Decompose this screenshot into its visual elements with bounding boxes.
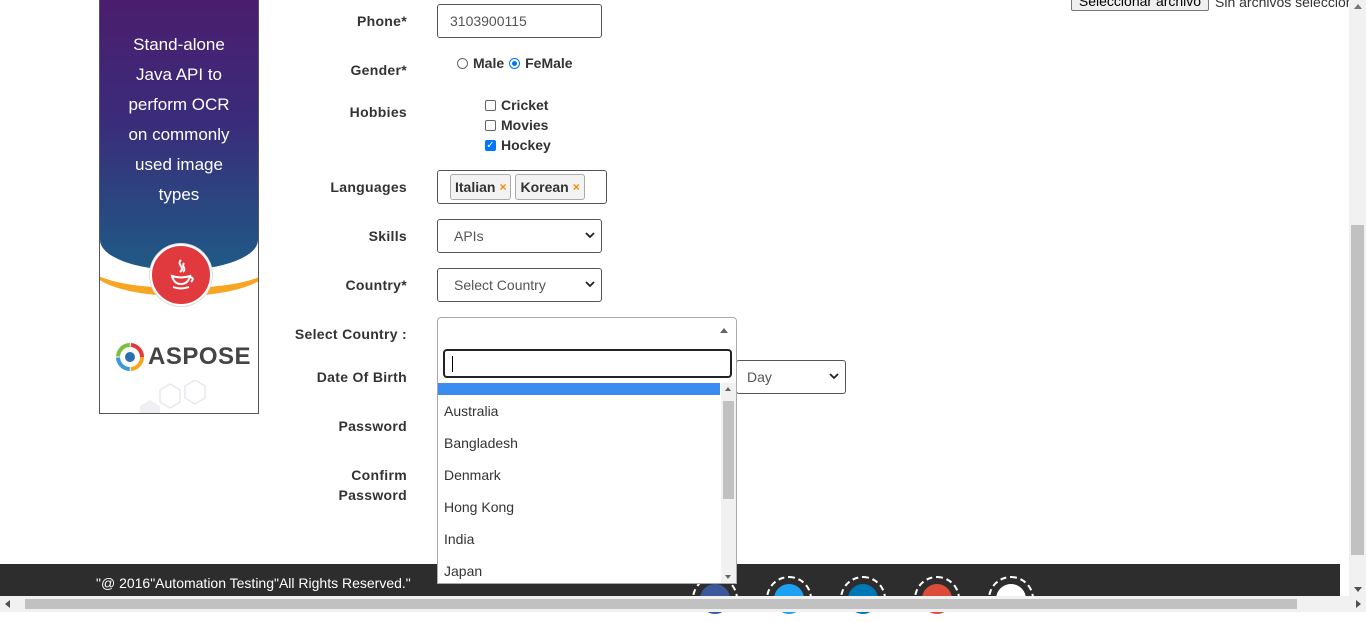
password-label: Password	[338, 418, 407, 434]
phone-label: Phone*	[356, 13, 407, 29]
ad-banner[interactable]: Stand-alone Java API to perform OCR on c…	[99, 0, 259, 414]
page-vertical-scroll-thumb[interactable]	[1351, 225, 1364, 555]
phone-input[interactable]: 3103900115	[437, 4, 602, 38]
select-country-dropdown: Australia Bangladesh Denmark Hong Kong I…	[437, 344, 737, 584]
country-option[interactable]: Hong Kong	[438, 491, 720, 523]
scroll-down-icon[interactable]	[725, 575, 731, 579]
choose-file-button[interactable]: Seleccionar archivo	[1071, 0, 1209, 11]
hexagon-decoration	[140, 380, 206, 413]
highlighted-option[interactable]	[438, 383, 720, 395]
select-country-label: Select Country :	[294, 326, 407, 342]
language-tag: Korean ×	[515, 174, 585, 200]
text-caret	[452, 356, 453, 372]
hobby-movies[interactable]: Movies	[485, 117, 548, 133]
scroll-left-icon[interactable]	[5, 600, 10, 608]
aspose-swirl-icon	[116, 343, 144, 371]
dob-label: Date Of Birth	[316, 369, 407, 385]
gender-female-label[interactable]: FeMale	[525, 55, 572, 71]
dropdown-scroll-thumb[interactable]	[723, 401, 734, 499]
skills-value: APIs	[454, 228, 484, 244]
aspose-logo: ASPOSE	[116, 342, 251, 372]
java-icon	[150, 244, 212, 306]
select-country-combobox[interactable]	[437, 317, 737, 345]
hobby-movies-checkbox[interactable]	[485, 119, 496, 131]
chevron-down-icon	[829, 372, 839, 383]
languages-label: Languages	[330, 179, 407, 195]
language-tag-label: Korean	[520, 179, 569, 195]
page-vertical-scrollbar[interactable]	[1349, 0, 1366, 596]
scroll-right-icon[interactable]	[1356, 600, 1361, 608]
gender-group: Male FeMale	[457, 55, 573, 71]
caret-up-icon	[720, 328, 728, 333]
country-option[interactable]: Japan	[438, 555, 720, 583]
scroll-up-icon[interactable]	[725, 387, 731, 391]
scroll-up-icon[interactable]	[1354, 4, 1362, 9]
languages-multiselect[interactable]: Italian × Korean ×	[437, 170, 607, 204]
file-status-text: Sin archivos seleccionados	[1215, 0, 1366, 10]
chevron-down-icon	[585, 231, 595, 242]
country-placeholder: Select Country	[454, 277, 546, 293]
country-option[interactable]: Bangladesh	[438, 427, 720, 459]
remove-tag-icon[interactable]: ×	[499, 180, 506, 194]
language-tag: Italian ×	[450, 174, 512, 200]
gender-label: Gender*	[350, 62, 407, 78]
country-option[interactable]: Denmark	[438, 459, 720, 491]
hobby-cricket-checkbox[interactable]	[485, 99, 496, 111]
confirm-password-label-line2: Password	[338, 487, 407, 503]
scroll-down-icon[interactable]	[1354, 587, 1362, 592]
country-option[interactable]: Australia	[438, 395, 720, 427]
dob-day-select[interactable]: Day	[736, 360, 846, 394]
remove-tag-icon[interactable]: ×	[573, 180, 580, 194]
hobby-cricket[interactable]: Cricket	[485, 97, 548, 113]
hobby-hockey-checkbox[interactable]: ✓	[485, 139, 496, 151]
confirm-password-label: Confirm	[351, 467, 407, 483]
page-horizontal-scrollbar[interactable]	[0, 596, 1366, 612]
page-horizontal-scroll-thumb[interactable]	[25, 599, 1297, 609]
footer-copyright: "@ 2016"Automation Testing"All Rights Re…	[96, 575, 411, 591]
dob-day-placeholder: Day	[747, 369, 772, 385]
ad-text: Stand-alone Java API to perform OCR on c…	[128, 35, 230, 204]
select-country-search-input[interactable]	[443, 349, 732, 378]
hobby-hockey-label[interactable]: Hockey	[501, 137, 551, 153]
select-country-options: Australia Bangladesh Denmark Hong Kong I…	[438, 395, 720, 583]
hobby-movies-label[interactable]: Movies	[501, 117, 548, 133]
dropdown-scrollbar[interactable]	[721, 383, 736, 583]
gender-female-radio[interactable]	[509, 57, 521, 69]
hobby-hockey[interactable]: ✓ Hockey	[485, 137, 551, 153]
chevron-down-icon	[585, 280, 595, 291]
hobbies-label: Hobbies	[349, 104, 407, 120]
language-tag-label: Italian	[455, 179, 496, 195]
hobby-cricket-label[interactable]: Cricket	[501, 97, 548, 113]
gender-male-radio[interactable]	[457, 57, 468, 69]
country-select[interactable]: Select Country	[437, 268, 602, 302]
skills-select[interactable]: APIs	[437, 219, 602, 253]
country-option[interactable]: India	[438, 523, 720, 555]
aspose-brand: ASPOSE	[148, 343, 252, 370]
gender-male-label[interactable]: Male	[473, 55, 504, 71]
skills-label: Skills	[368, 228, 407, 244]
country-label: Country*	[345, 277, 407, 293]
